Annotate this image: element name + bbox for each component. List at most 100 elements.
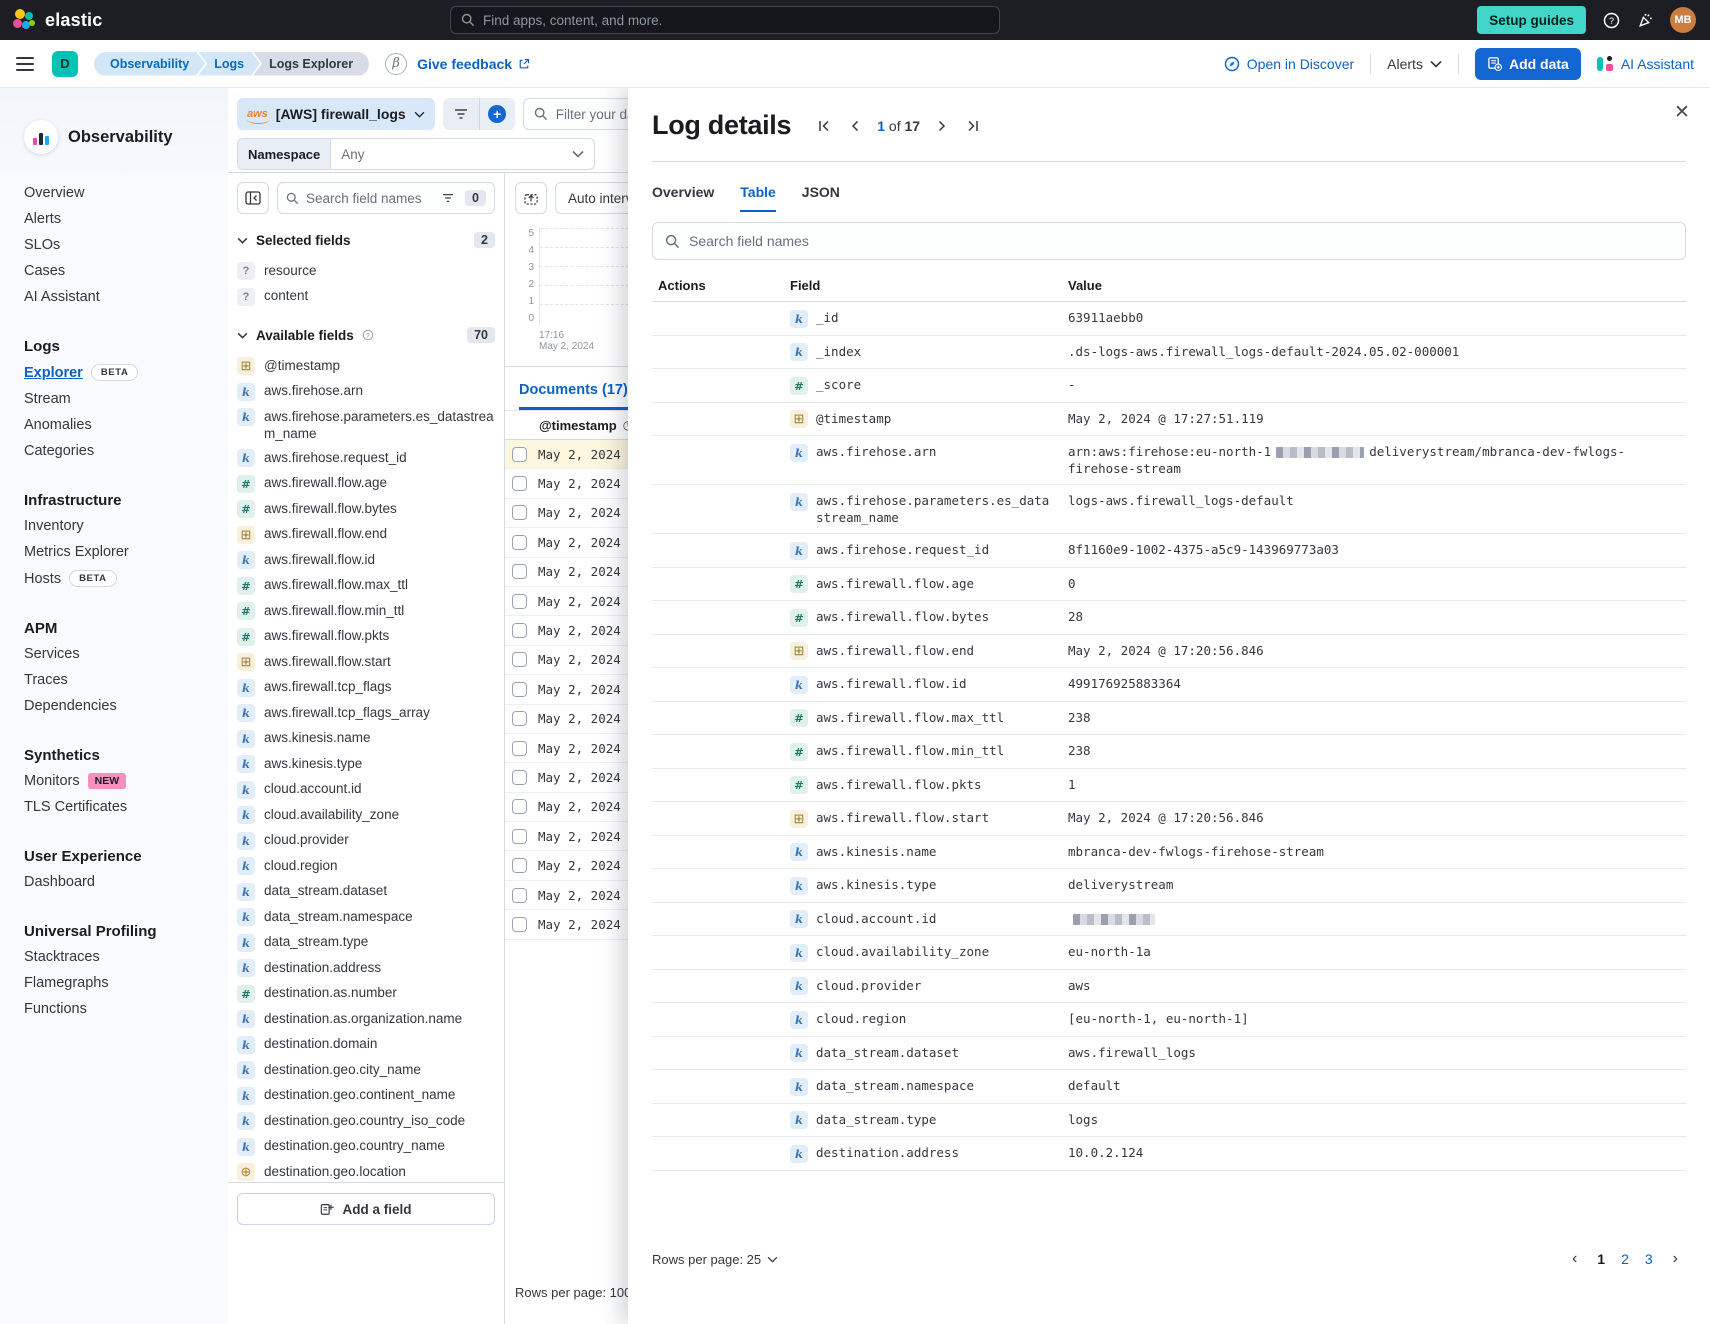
table-row[interactable]: k aws.kinesis.type deliverystream [652, 869, 1686, 903]
row-checkbox[interactable] [512, 917, 527, 932]
field-list-item[interactable]: k destination.geo.city_name [237, 1057, 495, 1083]
sidebar-item[interactable]: SLOs [24, 232, 228, 258]
field-list-item[interactable]: ? content [237, 284, 495, 310]
flyout-tab[interactable]: JSON [802, 174, 840, 212]
next-page-icon[interactable] [934, 118, 950, 134]
field-list-item[interactable]: ⊞ aws.firewall.flow.end [237, 522, 495, 548]
field-list-item[interactable]: # aws.firewall.flow.max_ttl [237, 573, 495, 599]
field-list-item[interactable]: k aws.firewall.tcp_flags_array [237, 700, 495, 726]
table-row[interactable]: # aws.firewall.flow.bytes 28 [652, 601, 1686, 635]
row-checkbox[interactable] [512, 829, 527, 844]
sidebar-item[interactable]: Stream [24, 386, 228, 412]
give-feedback-link[interactable]: Give feedback [417, 56, 530, 72]
field-list-item[interactable]: k data_stream.dataset [237, 879, 495, 905]
sidebar-item[interactable]: Universal Profiling [24, 919, 228, 944]
field-list-item[interactable]: k aws.kinesis.name [237, 726, 495, 752]
sidebar-item[interactable]: Stacktraces [24, 944, 228, 970]
sidebar-item[interactable]: Flamegraphs [24, 970, 228, 996]
field-list-item[interactable]: k aws.firehose.parameters.es_datastream_… [237, 404, 495, 445]
field-list-item[interactable]: k data_stream.type [237, 930, 495, 956]
breadcrumb-logs[interactable]: Logs [198, 52, 260, 76]
field-list-item[interactable]: k aws.firewall.tcp_flags [237, 675, 495, 701]
table-row[interactable]: k aws.firehose.parameters.es_datastream_… [652, 485, 1686, 534]
table-row[interactable]: k cloud.region [eu-north-1, eu-north-1] [652, 1003, 1686, 1037]
field-list-item[interactable]: k cloud.region [237, 853, 495, 879]
row-checkbox[interactable] [512, 535, 527, 550]
field-list-item[interactable]: # destination.as.number [237, 981, 495, 1007]
field-list-item[interactable]: ⊕ destination.geo.location [237, 1159, 495, 1185]
global-search-input[interactable]: Find apps, content, and more. [450, 6, 1000, 34]
sidebar-item[interactable]: Anomalies [24, 412, 228, 438]
field-list-item[interactable]: k destination.address [237, 955, 495, 981]
page-number[interactable]: 3 [1637, 1249, 1661, 1269]
field-list-item[interactable]: # aws.firewall.flow.age [237, 471, 495, 497]
sidebar-item[interactable]: Dashboard [24, 869, 228, 895]
table-row[interactable]: # aws.firewall.flow.pkts 1 [652, 769, 1686, 803]
selected-fields-accordion[interactable]: Selected fields 2 [237, 232, 495, 248]
flyout-field-search-input[interactable]: Search field names [652, 222, 1686, 260]
space-badge[interactable]: D [52, 51, 78, 77]
flyout-rows-per-page[interactable]: Rows per page: 25 [652, 1252, 778, 1267]
sidebar-item[interactable]: AI Assistant [24, 284, 228, 310]
table-row[interactable]: # aws.firewall.flow.max_ttl 238 [652, 702, 1686, 736]
field-list-item[interactable]: k aws.firehose.request_id [237, 445, 495, 471]
dataset-selector[interactable]: aws [AWS] firewall_logs [237, 98, 435, 130]
flyout-tab[interactable]: Overview [652, 174, 714, 212]
field-list-item[interactable]: k destination.geo.continent_name [237, 1083, 495, 1109]
field-list-item[interactable]: # aws.firewall.flow.min_ttl [237, 598, 495, 624]
field-list-item[interactable]: ? resource [237, 258, 495, 284]
row-checkbox[interactable] [512, 858, 527, 873]
row-checkbox[interactable] [512, 476, 527, 491]
table-row[interactable]: k cloud.availability_zone eu-north-1a [652, 936, 1686, 970]
field-list-item[interactable]: k aws.kinesis.type [237, 751, 495, 777]
next-page-arrow[interactable]: › [1665, 1250, 1686, 1268]
row-checkbox[interactable] [512, 741, 527, 756]
table-row[interactable]: # aws.firewall.flow.min_ttl 238 [652, 735, 1686, 769]
field-search-input[interactable]: Search field names 0 [277, 182, 495, 214]
sidebar-item[interactable]: Traces [24, 667, 228, 693]
row-checkbox[interactable] [512, 652, 527, 667]
sidebar-item[interactable]: Functions [24, 996, 228, 1022]
sidebar-item[interactable]: Services [24, 641, 228, 667]
row-checkbox[interactable] [512, 682, 527, 697]
field-list-item[interactable]: k cloud.availability_zone [237, 802, 495, 828]
table-row[interactable]: ⊞ aws.firewall.flow.start May 2, 2024 @ … [652, 802, 1686, 836]
sidebar-item[interactable]: Logs [24, 334, 228, 359]
sidebar-item[interactable]: Alerts [24, 206, 228, 232]
breadcrumb-observability[interactable]: Observability [94, 52, 205, 76]
table-row[interactable]: # _score - [652, 369, 1686, 403]
namespace-select[interactable]: Namespace Any [237, 138, 595, 170]
flyout-tab[interactable]: Table [740, 174, 776, 212]
field-list-item[interactable]: k aws.firehose.arn [237, 379, 495, 405]
field-list-item[interactable]: ⊞ aws.firewall.flow.start [237, 649, 495, 675]
user-avatar[interactable]: MB [1670, 7, 1696, 33]
help-icon[interactable]: ? [1602, 11, 1620, 29]
whats-new-icon[interactable] [1636, 11, 1654, 29]
table-row[interactable]: ⊞ @timestamp May 2, 2024 @ 17:27:51.119 [652, 403, 1686, 437]
field-list-item[interactable]: # aws.firewall.flow.pkts [237, 624, 495, 650]
sidebar-item[interactable]: Metrics Explorer [24, 539, 228, 565]
prev-page-arrow[interactable]: ‹ [1564, 1250, 1585, 1268]
filter-icon[interactable] [442, 193, 454, 203]
field-list-item[interactable]: ⊞ @timestamp [237, 353, 495, 379]
sidebar-item[interactable]: User Experience [24, 844, 228, 869]
table-row[interactable]: k aws.firehose.request_id 8f1160e9-1002-… [652, 534, 1686, 568]
filter-toggle-button[interactable] [443, 98, 479, 130]
table-row[interactable]: ⊞ aws.firewall.flow.end May 2, 2024 @ 17… [652, 635, 1686, 669]
field-list-item[interactable]: k cloud.account.id [237, 777, 495, 803]
row-checkbox[interactable] [512, 447, 527, 462]
field-list-item[interactable]: k destination.as.organization.name [237, 1006, 495, 1032]
table-row[interactable]: k destination.address 10.0.2.124 [652, 1137, 1686, 1171]
field-list-item[interactable]: k destination.geo.country_name [237, 1134, 495, 1160]
sidebar-item[interactable]: Cases [24, 258, 228, 284]
collapse-fields-button[interactable] [237, 182, 269, 214]
table-row[interactable]: k _index .ds-logs-aws.firewall_logs-defa… [652, 336, 1686, 370]
add-field-button[interactable]: Add a field [237, 1193, 495, 1225]
add-filter-button[interactable]: + [479, 98, 515, 130]
add-data-button[interactable]: Add data [1475, 48, 1581, 80]
close-icon[interactable]: ✕ [1670, 100, 1694, 124]
table-row[interactable]: k data_stream.dataset aws.firewall_logs [652, 1037, 1686, 1071]
table-row[interactable]: k data_stream.type logs [652, 1104, 1686, 1138]
row-checkbox[interactable] [512, 505, 527, 520]
table-row[interactable]: k aws.firehose.arn arn:aws:firehose:eu-n… [652, 436, 1686, 485]
